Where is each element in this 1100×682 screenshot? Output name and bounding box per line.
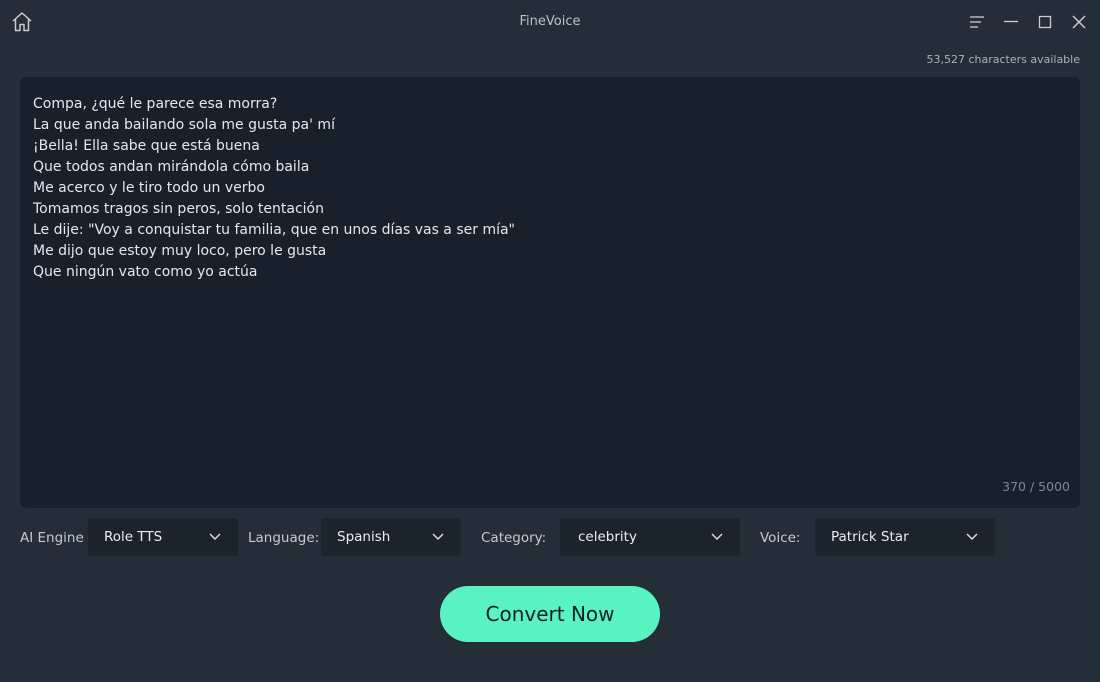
language-select[interactable]: Spanish: [321, 518, 461, 556]
chevron-down-icon: [966, 533, 978, 541]
editor-text[interactable]: Compa, ¿qué le parece esa morra? La que …: [33, 94, 1067, 283]
language-value: Spanish: [337, 529, 391, 545]
characters-available: 53,527 characters available: [926, 53, 1080, 66]
character-counter: 370 / 5000: [1002, 479, 1070, 494]
voice-label: Voice:: [760, 530, 801, 546]
chevron-down-icon: [432, 533, 444, 541]
language-label: Language:: [248, 530, 320, 546]
text-editor[interactable]: Compa, ¿qué le parece esa morra? La que …: [20, 77, 1080, 508]
voice-value: Patrick Star: [831, 529, 909, 545]
maximize-icon[interactable]: [1035, 12, 1055, 32]
ai-engine-select[interactable]: Role TTS: [88, 518, 238, 556]
chevron-down-icon: [209, 533, 221, 541]
category-label: Category:: [481, 530, 547, 546]
app-title: FineVoice: [519, 14, 581, 29]
category-select[interactable]: celebrity: [560, 518, 740, 556]
chevron-down-icon: [711, 533, 723, 541]
minimize-icon[interactable]: [1001, 12, 1021, 32]
menu-icon[interactable]: [967, 12, 987, 32]
title-bar: FineVoice: [0, 0, 1100, 44]
convert-now-button[interactable]: Convert Now: [440, 586, 660, 642]
close-icon[interactable]: [1069, 12, 1089, 32]
ai-engine-value: Role TTS: [104, 529, 163, 545]
ai-engine-label: AI Engine: [20, 530, 84, 546]
category-value: celebrity: [578, 529, 637, 545]
voice-select[interactable]: Patrick Star: [815, 518, 995, 556]
